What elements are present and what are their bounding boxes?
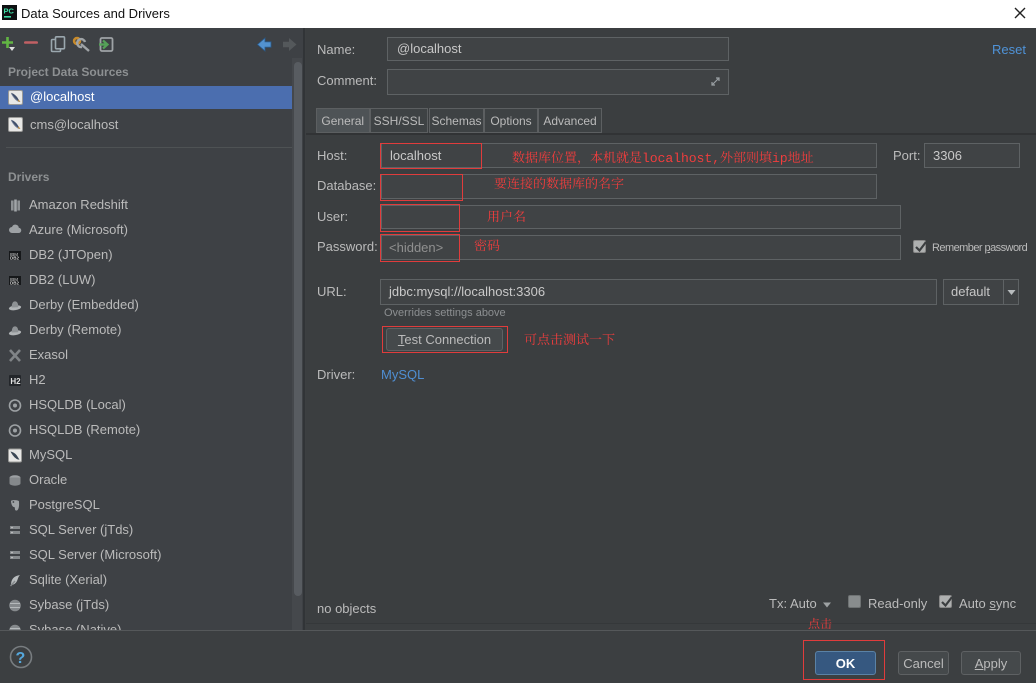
svg-text:?: ?: [16, 650, 26, 667]
svg-text:DB2: DB2: [10, 255, 19, 260]
svg-text:PC: PC: [4, 7, 15, 16]
svg-text:DB2: DB2: [10, 280, 19, 285]
svg-text:H2: H2: [10, 377, 21, 386]
